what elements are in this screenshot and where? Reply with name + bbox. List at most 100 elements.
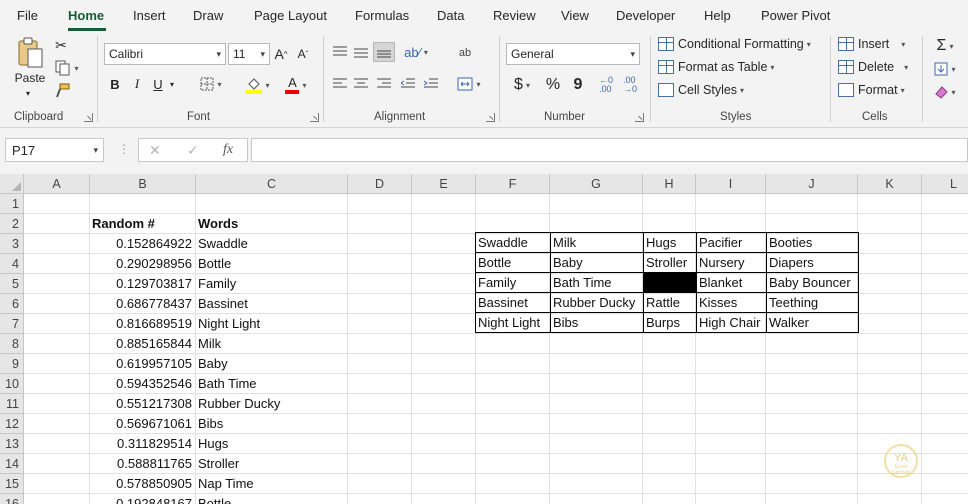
column-header-j[interactable]: J [766,174,858,194]
word-cell[interactable]: Swaddle [196,234,347,254]
menu-developer[interactable]: Developer [616,8,675,23]
word-cell[interactable]: Bath Time [196,374,347,394]
bingo-cell[interactable]: High Chair [696,312,767,333]
bingo-cell[interactable]: Bottle [475,252,551,273]
name-box[interactable]: P17 ▾ [5,138,104,162]
word-cell[interactable]: Night Light [196,314,347,334]
font-size-select[interactable]: 11 ▾ [228,43,270,65]
row-header[interactable]: 16 [0,494,24,504]
random-cell[interactable]: 0.152864922 [90,234,195,254]
fill-color-icon[interactable]: ▾ [241,74,275,96]
bingo-cell[interactable]: Swaddle [475,232,551,253]
random-cell[interactable]: 0.686778437 [90,294,195,314]
alignment-launcher-icon[interactable] [486,113,495,122]
word-cell[interactable]: Bibs [196,414,347,434]
random-cell[interactable]: 0.816689519 [90,314,195,334]
underline-button[interactable]: U [149,74,167,94]
conditional-formatting-button[interactable]: Conditional Formatting ▾ [658,37,811,51]
random-cell[interactable]: 0.619957105 [90,354,195,374]
bingo-cell[interactable]: Burps [643,312,697,333]
align-bottom-icon[interactable] [373,42,395,62]
bingo-cell[interactable]: Teething [766,292,859,313]
fill-icon[interactable]: ▾ [930,59,960,79]
format-as-table-button[interactable]: Format as Table ▾ [658,60,774,74]
bingo-cell[interactable]: Rubber Ducky [550,292,644,313]
bingo-cell[interactable]: Stroller [643,252,697,273]
menu-view[interactable]: View [561,8,589,23]
menu-draw[interactable]: Draw [193,8,223,23]
cancel-icon[interactable]: ✕ [149,142,161,159]
align-left-icon[interactable] [331,76,349,92]
menu-data[interactable]: Data [437,8,464,23]
column-header-i[interactable]: I [696,174,766,194]
cut-icon[interactable]: ✂ [53,36,69,54]
font-color-icon[interactable]: A ▾ [280,74,312,96]
increase-indent-icon[interactable] [422,76,440,92]
random-cell[interactable]: 0.594352546 [90,374,195,394]
random-cell[interactable]: 0.129703817 [90,274,195,294]
word-cell[interactable]: Baby [196,354,347,374]
paste-dropdown-icon[interactable]: ▾ [20,87,36,99]
decrease-decimal-icon[interactable]: .00 →0 [620,75,640,95]
word-cell[interactable]: Bottle [196,494,347,504]
column-header-d[interactable]: D [348,174,412,194]
row-header[interactable]: 13 [0,434,24,454]
bingo-cell[interactable]: Rattle [643,292,697,313]
borders-icon[interactable]: ▾ [195,74,227,94]
column-header-l[interactable]: L [922,174,968,194]
row-header[interactable]: 11 [0,394,24,414]
paste-button[interactable]: Paste [12,70,48,86]
comma-style-button[interactable]: 9 [570,75,586,95]
word-cell[interactable]: Stroller [196,454,347,474]
bingo-cell[interactable]: Milk [550,232,644,253]
menu-formulas[interactable]: Formulas [355,8,409,23]
row-header[interactable]: 2 [0,214,24,234]
bingo-cell[interactable]: Kisses [696,292,767,313]
bingo-cell[interactable]: Pacifier [696,232,767,253]
format-cells-button[interactable]: Format ▾ [838,83,905,97]
decrease-indent-icon[interactable] [399,76,417,92]
menu-review[interactable]: Review [493,8,536,23]
column-header-b[interactable]: B [90,174,196,194]
cell-styles-button[interactable]: Cell Styles ▾ [658,83,744,97]
bingo-cell[interactable]: Bassinet [475,292,551,313]
menu-help[interactable]: Help [704,8,731,23]
menu-home[interactable]: Home [68,8,104,23]
row-header[interactable]: 8 [0,334,24,354]
select-all-button[interactable] [0,174,24,194]
bingo-cell[interactable]: Baby Bouncer [766,272,859,293]
bingo-cell[interactable]: Nursery [696,252,767,273]
row-header[interactable]: 6 [0,294,24,314]
align-right-icon[interactable] [375,76,393,92]
merge-center-icon[interactable]: ▾ [453,76,485,92]
row-header[interactable]: 7 [0,314,24,334]
row-header[interactable]: 10 [0,374,24,394]
number-format-select[interactable]: General ▾ [506,43,640,65]
random-cell[interactable]: 0.551217308 [90,394,195,414]
percent-button[interactable]: % [543,75,563,95]
menu-power-pivot[interactable]: Power Pivot [761,8,830,23]
column-header-f[interactable]: F [476,174,550,194]
bingo-cell[interactable]: Hugs [643,232,697,253]
bingo-cell[interactable]: Baby [550,252,644,273]
increase-font-icon[interactable]: A ^ [273,44,289,64]
bingo-cell[interactable]: Walker [766,312,859,333]
insert-function-icon[interactable]: fx [223,142,233,158]
number-launcher-icon[interactable] [635,113,644,122]
bold-button[interactable]: B [106,74,124,94]
random-cell[interactable]: 0.290298956 [90,254,195,274]
header-words[interactable]: Words [196,214,347,234]
row-header[interactable]: 1 [0,194,24,214]
decrease-font-icon[interactable]: Aˇ [295,44,311,64]
word-cell[interactable]: Family [196,274,347,294]
word-cell[interactable]: Bottle [196,254,347,274]
random-cell[interactable]: 0.192848167 [90,494,195,504]
insert-cells-button[interactable]: Insert ▾ [838,37,905,51]
clipboard-launcher-icon[interactable] [84,113,93,122]
word-cell[interactable]: Milk [196,334,347,354]
menu-page-layout[interactable]: Page Layout [254,8,327,23]
worksheet-grid[interactable]: A B C D E F G H I J K L 1 2 3 4 5 6 7 8 … [0,174,968,504]
row-header[interactable]: 3 [0,234,24,254]
align-top-icon[interactable] [331,44,349,60]
row-header[interactable]: 14 [0,454,24,474]
